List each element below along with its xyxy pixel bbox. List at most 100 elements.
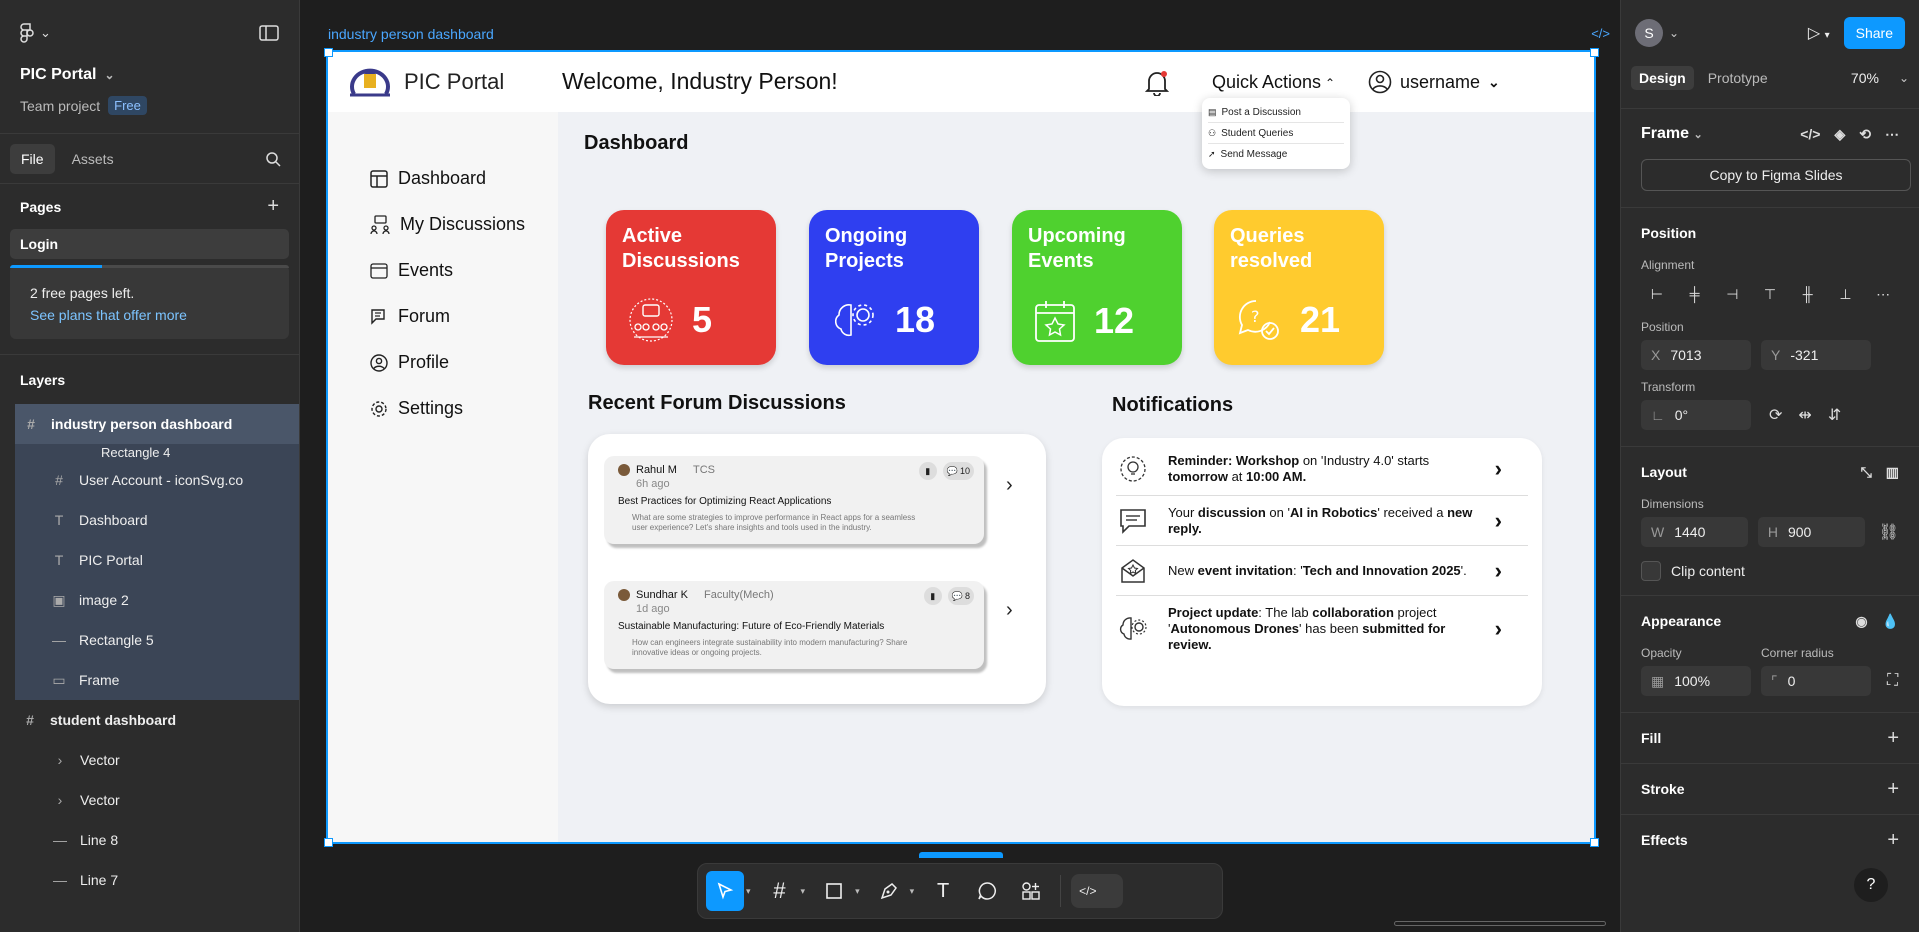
height-input[interactable]: H 900 <box>1757 517 1865 547</box>
y-input[interactable]: Y -321 <box>1761 340 1871 370</box>
see-plans-link[interactable]: See plans that offer more <box>30 307 269 323</box>
chevron-down-icon[interactable]: ▾ <box>910 886 915 897</box>
layer-item[interactable]: › Vector <box>0 740 299 780</box>
resize-handle[interactable] <box>1590 838 1599 847</box>
add-effect-icon[interactable]: + <box>1887 829 1899 852</box>
pen-tool-button[interactable] <box>870 871 908 911</box>
layer-item[interactable]: — Line 7 <box>0 860 299 900</box>
tab-prototype[interactable]: Prototype <box>1700 66 1776 90</box>
comment-count[interactable]: 💬 10 <box>942 462 974 480</box>
layer-item[interactable]: # industry person dashboard <box>15 404 299 444</box>
horizontal-scrollbar[interactable] <box>1394 921 1606 926</box>
stat-card-queries-resolved[interactable]: Queries resolved ? 21 <box>1214 210 1384 365</box>
chevron-down-icon[interactable]: ▾ <box>855 886 860 897</box>
x-input[interactable]: X 7013 <box>1641 340 1751 370</box>
layer-item[interactable]: ▣ image 2 <box>15 580 299 620</box>
nav-dashboard[interactable]: Dashboard <box>370 168 486 189</box>
layer-item[interactable]: # student dashboard <box>0 700 299 740</box>
width-input[interactable]: W 1440 <box>1641 517 1748 547</box>
eye-icon[interactable]: ◉ <box>1855 613 1867 630</box>
main-menu-button[interactable]: ⌄ <box>20 23 51 43</box>
chevron-down-icon[interactable]: ▾ <box>801 886 806 897</box>
comment-count[interactable]: 💬 8 <box>947 587 974 605</box>
rotate-icon[interactable]: ⟳ <box>1769 405 1782 425</box>
code-icon[interactable]: </> <box>1591 26 1610 41</box>
canvas[interactable]: industry person dashboard </> PIC Portal… <box>300 0 1620 932</box>
add-stroke-icon[interactable]: + <box>1887 778 1899 801</box>
layer-item[interactable]: — Line 8 <box>0 820 299 860</box>
drop-icon[interactable]: 💧 <box>1882 613 1899 630</box>
design-frame[interactable]: PIC Portal Welcome, Industry Person! Qui… <box>326 50 1596 844</box>
comment-tool-button[interactable] <box>968 871 1006 911</box>
layer-item[interactable]: Rectangle 4 <box>15 444 299 460</box>
text-tool-button[interactable]: T <box>924 871 962 911</box>
actions-tool-button[interactable] <box>1012 871 1050 911</box>
layer-item[interactable]: › Vector <box>0 780 299 820</box>
chevron-right-icon[interactable]: › <box>1495 616 1502 642</box>
user-menu[interactable]: username ⌄ <box>1368 70 1500 94</box>
frame-label[interactable]: industry person dashboard <box>328 26 494 42</box>
component-icon[interactable]: ◈ <box>1834 126 1845 143</box>
tab-file[interactable]: File <box>10 143 55 174</box>
present-play-icon[interactable]: ▷ ▾ <box>1808 23 1830 43</box>
independent-corners-icon[interactable]: ⛶ <box>1887 672 1898 690</box>
notification-item[interactable]: Your discussion on 'AI in Robotics' rece… <box>1116 496 1528 546</box>
nav-my-discussions[interactable]: My Discussions <box>370 214 525 235</box>
notification-item[interactable]: New event invitation: 'Tech and Innovati… <box>1116 546 1528 596</box>
resize-handle[interactable] <box>1590 48 1599 57</box>
stat-card-ongoing-projects[interactable]: Ongoing Projects 18 <box>809 210 979 365</box>
rotation-input[interactable]: ∟ 0° <box>1641 400 1751 430</box>
frame-tool-button[interactable]: # <box>761 871 799 911</box>
layer-item[interactable]: # User Account - iconSvg.co <box>15 460 299 500</box>
layer-item[interactable]: ▭ Frame <box>15 660 299 700</box>
search-icon[interactable] <box>265 151 281 167</box>
resize-handle[interactable] <box>324 48 333 57</box>
align-middle-v-icon[interactable]: ╫ <box>1792 280 1824 308</box>
help-button[interactable]: ? <box>1854 868 1888 902</box>
add-page-icon[interactable]: + <box>267 195 279 218</box>
shape-tool-button[interactable] <box>815 871 853 911</box>
nav-forum[interactable]: Forum <box>370 306 450 327</box>
align-top-icon[interactable]: ⊤ <box>1754 280 1786 308</box>
nav-profile[interactable]: Profile <box>370 352 449 373</box>
bookmark-icon[interactable]: ▮ <box>923 587 942 605</box>
quick-actions-button[interactable]: Quick Actions ⌃ <box>1212 72 1335 93</box>
project-name[interactable]: PIC Portal ⌄ <box>20 66 279 84</box>
variable-icon[interactable]: ⟲ <box>1859 126 1871 143</box>
share-button[interactable]: Share <box>1843 17 1905 49</box>
layer-item[interactable]: T Dashboard <box>15 500 299 540</box>
resize-handle[interactable] <box>324 838 333 847</box>
zoom-level[interactable]: 70% <box>1851 70 1879 86</box>
notification-item[interactable]: Reminder: Workshop on 'Industry 4.0' sta… <box>1116 442 1528 496</box>
menu-item-student-queries[interactable]: ⚇ Student Queries <box>1208 123 1344 144</box>
clip-content-checkbox[interactable] <box>1641 561 1661 581</box>
forum-post[interactable]: Rahul M TCS 6h ago Best Practices for Opt… <box>604 456 984 544</box>
page-item-login[interactable]: Login <box>10 229 289 259</box>
opacity-input[interactable]: ▦ 100% <box>1641 666 1751 696</box>
code-icon[interactable]: </> <box>1800 126 1820 143</box>
avatar[interactable]: S <box>1635 19 1663 47</box>
corner-radius-input[interactable]: ⌜ 0 <box>1761 666 1871 696</box>
constrain-proportions-icon[interactable]: ⛓ <box>1879 522 1899 542</box>
nav-settings[interactable]: Settings <box>370 398 463 419</box>
chevron-right-icon[interactable]: › <box>1495 456 1502 482</box>
layout-grid-icon[interactable]: ▥ <box>1886 464 1899 481</box>
copy-to-slides-button[interactable]: Copy to Figma Slides <box>1641 159 1911 191</box>
stat-card-upcoming-events[interactable]: Upcoming Events 12 <box>1012 210 1182 365</box>
align-left-icon[interactable]: ⊢ <box>1641 280 1673 308</box>
dev-mode-toggle[interactable]: </> <box>1071 874 1124 908</box>
nav-events[interactable]: Events <box>370 260 453 281</box>
notification-item[interactable]: Project update: The lab collaboration pr… <box>1116 596 1528 662</box>
menu-item-send-message[interactable]: ➚ Send Message <box>1208 144 1344 165</box>
auto-layout-icon[interactable]: ⤡ <box>1861 464 1872 481</box>
move-tool-button[interactable] <box>706 871 744 911</box>
layer-item[interactable]: — Rectangle 5 <box>15 620 299 660</box>
chevron-right-icon[interactable]: › <box>1006 474 1013 497</box>
bell-icon[interactable] <box>1145 70 1169 96</box>
chevron-down-icon[interactable]: ⌄ <box>1669 26 1679 40</box>
layer-item[interactable]: T PIC Portal <box>15 540 299 580</box>
add-fill-icon[interactable]: + <box>1887 727 1899 750</box>
chevron-right-icon[interactable]: › <box>1006 599 1013 622</box>
sidebar-toggle-icon[interactable] <box>259 25 279 41</box>
chevron-right-icon[interactable]: › <box>1495 508 1502 534</box>
